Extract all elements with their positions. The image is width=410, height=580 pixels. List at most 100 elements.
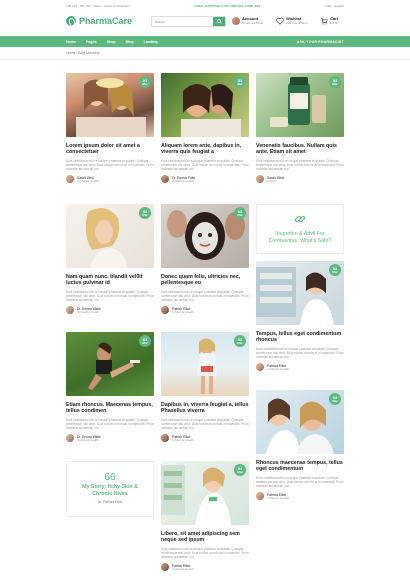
blog-card[interactable]: 03 Mar Libero, sit amet adipiscing sem ne… [161, 461, 249, 572]
post-excerpt: Duis vestibulum elit vel neque pharetra … [256, 475, 344, 489]
post-title[interactable]: Rhoncus maecenas tempus, tellus eget con… [256, 460, 344, 473]
post-title[interactable]: Etiam rhoncus. Maecenas tempus, tellus c… [66, 402, 154, 415]
breadcrumb: Home / Blog Masonry [66, 51, 100, 55]
post-image[interactable]: 03 Mar [66, 332, 154, 396]
post-author[interactable]: Dr. Emma Wells In Healthy Food [66, 306, 154, 315]
blog-card[interactable]: 03 Mar Lorem ipsum dolor sit amet a conse… [66, 73, 154, 184]
wishlist-sub: Call Your Pharm... [286, 21, 311, 25]
search-box [151, 16, 226, 27]
date-badge: 03 Mar [234, 335, 246, 347]
post-author[interactable]: Patrick Elliot In Mental Health [161, 434, 249, 443]
avatar [161, 434, 169, 443]
post-title[interactable]: Libero, sit amet adipiscing sem neque se… [161, 531, 249, 544]
topbar-contact[interactable]: +00 123 - 456 789 · About · Online Consu… [66, 4, 130, 8]
author-category: In Mental Health [267, 495, 289, 500]
divider [0, 59, 410, 60]
post-image[interactable]: 03 Mar [161, 73, 249, 137]
post-excerpt: Duis vestibulum elit vel neque pharetra … [161, 417, 249, 431]
search-input[interactable] [152, 17, 213, 26]
post-author[interactable]: Dr. Emma Wells In Mental Health [66, 434, 154, 443]
blog-card[interactable]: 03 Mar Tempus, tellus eget condimentum rh… [256, 261, 344, 372]
post-title[interactable]: Venenatis faucibus. Nullam quis ante. Et… [256, 143, 344, 156]
post-excerpt: Duis vestibulum elit vel neque pharetra … [161, 546, 249, 560]
date-badge: 03 Mar [329, 76, 341, 88]
blog-card[interactable]: 03 Mar Dapibus in, viverra feugiat a, tel… [161, 332, 249, 443]
post-image[interactable]: 03 Mar [66, 73, 154, 137]
blog-card[interactable]: 03 Mar Donec quam felis, ultricies nec, p… [161, 204, 249, 315]
post-image[interactable]: 03 Mar [256, 390, 344, 454]
brand-name: PharmaCare [79, 16, 133, 26]
post-author[interactable]: Patrick Elliot In Mental Health [161, 563, 249, 572]
post-author[interactable]: Patrick Elliot In Mental Health [161, 306, 249, 315]
account-sub: Dr. Emma Potts [242, 21, 264, 25]
author-category: In Mental Health [172, 178, 194, 183]
top-bar: +00 123 - 456 789 · About · Online Consu… [0, 0, 410, 11]
post-image[interactable]: 03 Mar [161, 332, 249, 396]
post-image[interactable]: 03 Mar [256, 73, 344, 137]
post-image[interactable]: 03 Mar [161, 461, 249, 525]
story-number: 66 [104, 472, 116, 483]
post-author[interactable]: Sarah Obst In Pills [256, 175, 344, 184]
cart-link[interactable]: Cart $ 0.00 [320, 16, 338, 25]
date-badge: 03 Mar [234, 464, 246, 476]
post-title[interactable]: Dapibus in, viverra feugiat a, tellus Ph… [161, 402, 249, 415]
quote-text[interactable]: Ibuprofen & Advil For Coronavirus: What'… [257, 231, 343, 244]
topbar-locale[interactable]: USD · English [325, 4, 344, 8]
cart-icon [320, 17, 328, 24]
logo[interactable]: PharmaCare [66, 16, 132, 26]
post-image[interactable]: 03 Mar [256, 261, 344, 325]
ask-pharmacist-link[interactable]: ASK YOUR PHARMACIST [297, 40, 344, 44]
logo-icon [66, 16, 76, 26]
blog-card[interactable]: 03 Mar Nam quam nunc, blandit vel0it luct… [66, 204, 154, 315]
blog-card[interactable]: 03 Mar Venenatis faucibus. Nullam quis an… [256, 73, 344, 184]
author-category: In Mental Health [172, 566, 194, 571]
story-author: Dr. Patricia Elliot [97, 500, 123, 504]
author-category: In Mental Health [77, 437, 99, 442]
nav-item-shop[interactable]: Shop [107, 40, 116, 44]
blog-card[interactable]: 03 Mar Aliquam lorem ante, dapibus in, vi… [161, 73, 249, 184]
avatar [256, 175, 264, 184]
account-link[interactable]: Account Dr. Emma Potts [232, 16, 263, 25]
quote-card[interactable]: Ibuprofen & Advil For Coronavirus: What'… [256, 204, 344, 254]
wishlist-link[interactable]: Wishlist Call Your Pharm... [276, 16, 310, 25]
nav-item-landing[interactable]: Landing [144, 40, 158, 44]
promo-banner: - FREE SHIPPING FOR ORDERS OVER $39 - [192, 3, 263, 8]
date-badge: 03 Mar [139, 207, 151, 219]
story-card[interactable]: 66 My Story: Itchy Skin & Chronic Hives … [66, 461, 154, 517]
author-category: In Mental Health [77, 178, 99, 183]
post-author[interactable]: Sarah Obst In Mental Health [66, 175, 154, 184]
post-title[interactable]: Aliquam lorem ante, dapibus in, viverra … [161, 143, 249, 156]
search-icon [216, 19, 222, 24]
post-excerpt: Duis vestibulum elit vel neque pharetra … [256, 346, 344, 360]
date-badge: 03 Mar [234, 76, 246, 88]
site-header: PharmaCare AccountDr. Emma Potts Wishlis… [0, 11, 410, 35]
post-image[interactable]: 03 Mar [66, 204, 154, 268]
avatar [256, 492, 264, 501]
post-author[interactable]: Patricia Elliot In Mental Health [256, 363, 344, 372]
post-author[interactable]: Dr. Emma Potts In Mental Health [161, 175, 249, 184]
link-icon [257, 213, 343, 228]
nav-item-home[interactable]: Home [66, 40, 76, 44]
date-badge: 03 Mar [329, 393, 341, 405]
story-title[interactable]: My Story: Itchy Skin & Chronic Hives [67, 484, 153, 497]
author-category: In Mental Health [267, 366, 289, 371]
nav-item-pages[interactable]: Pages [86, 40, 97, 44]
date-badge: 03 Mar [139, 76, 151, 88]
date-badge: 03 Mar [139, 335, 151, 347]
blog-card[interactable]: 03 Mar Etiam rhoncus. Maecenas tempus, te… [66, 332, 154, 443]
search-button[interactable] [213, 17, 225, 26]
blog-card[interactable]: 03 Mar Rhoncus maecenas tempus, tellus eg… [256, 390, 344, 501]
post-title[interactable]: Tempus, tellus eget condimentum rhoncus [256, 331, 344, 344]
avatar [161, 306, 169, 315]
post-excerpt: Duis vestibulum elit vel neque pharetra … [256, 158, 344, 172]
post-title[interactable]: Donec quam felis, ultricies nec, pellent… [161, 274, 249, 287]
post-author[interactable]: Patricia Elliot In Mental Health [256, 492, 344, 501]
avatar [256, 363, 264, 372]
nav-item-blog[interactable]: Blog [126, 40, 134, 44]
post-title[interactable]: Nam quam nunc, blandit vel0it luctus pul… [66, 274, 154, 287]
post-title[interactable]: Lorem ipsum dolor sit amet a consectetue… [66, 143, 154, 156]
post-image[interactable]: 03 Mar [161, 204, 249, 268]
account-avatar [232, 16, 240, 25]
author-category: In Mental Health [172, 309, 194, 314]
post-excerpt: Duis vestibulum elit vel neque pharetra … [66, 289, 154, 303]
